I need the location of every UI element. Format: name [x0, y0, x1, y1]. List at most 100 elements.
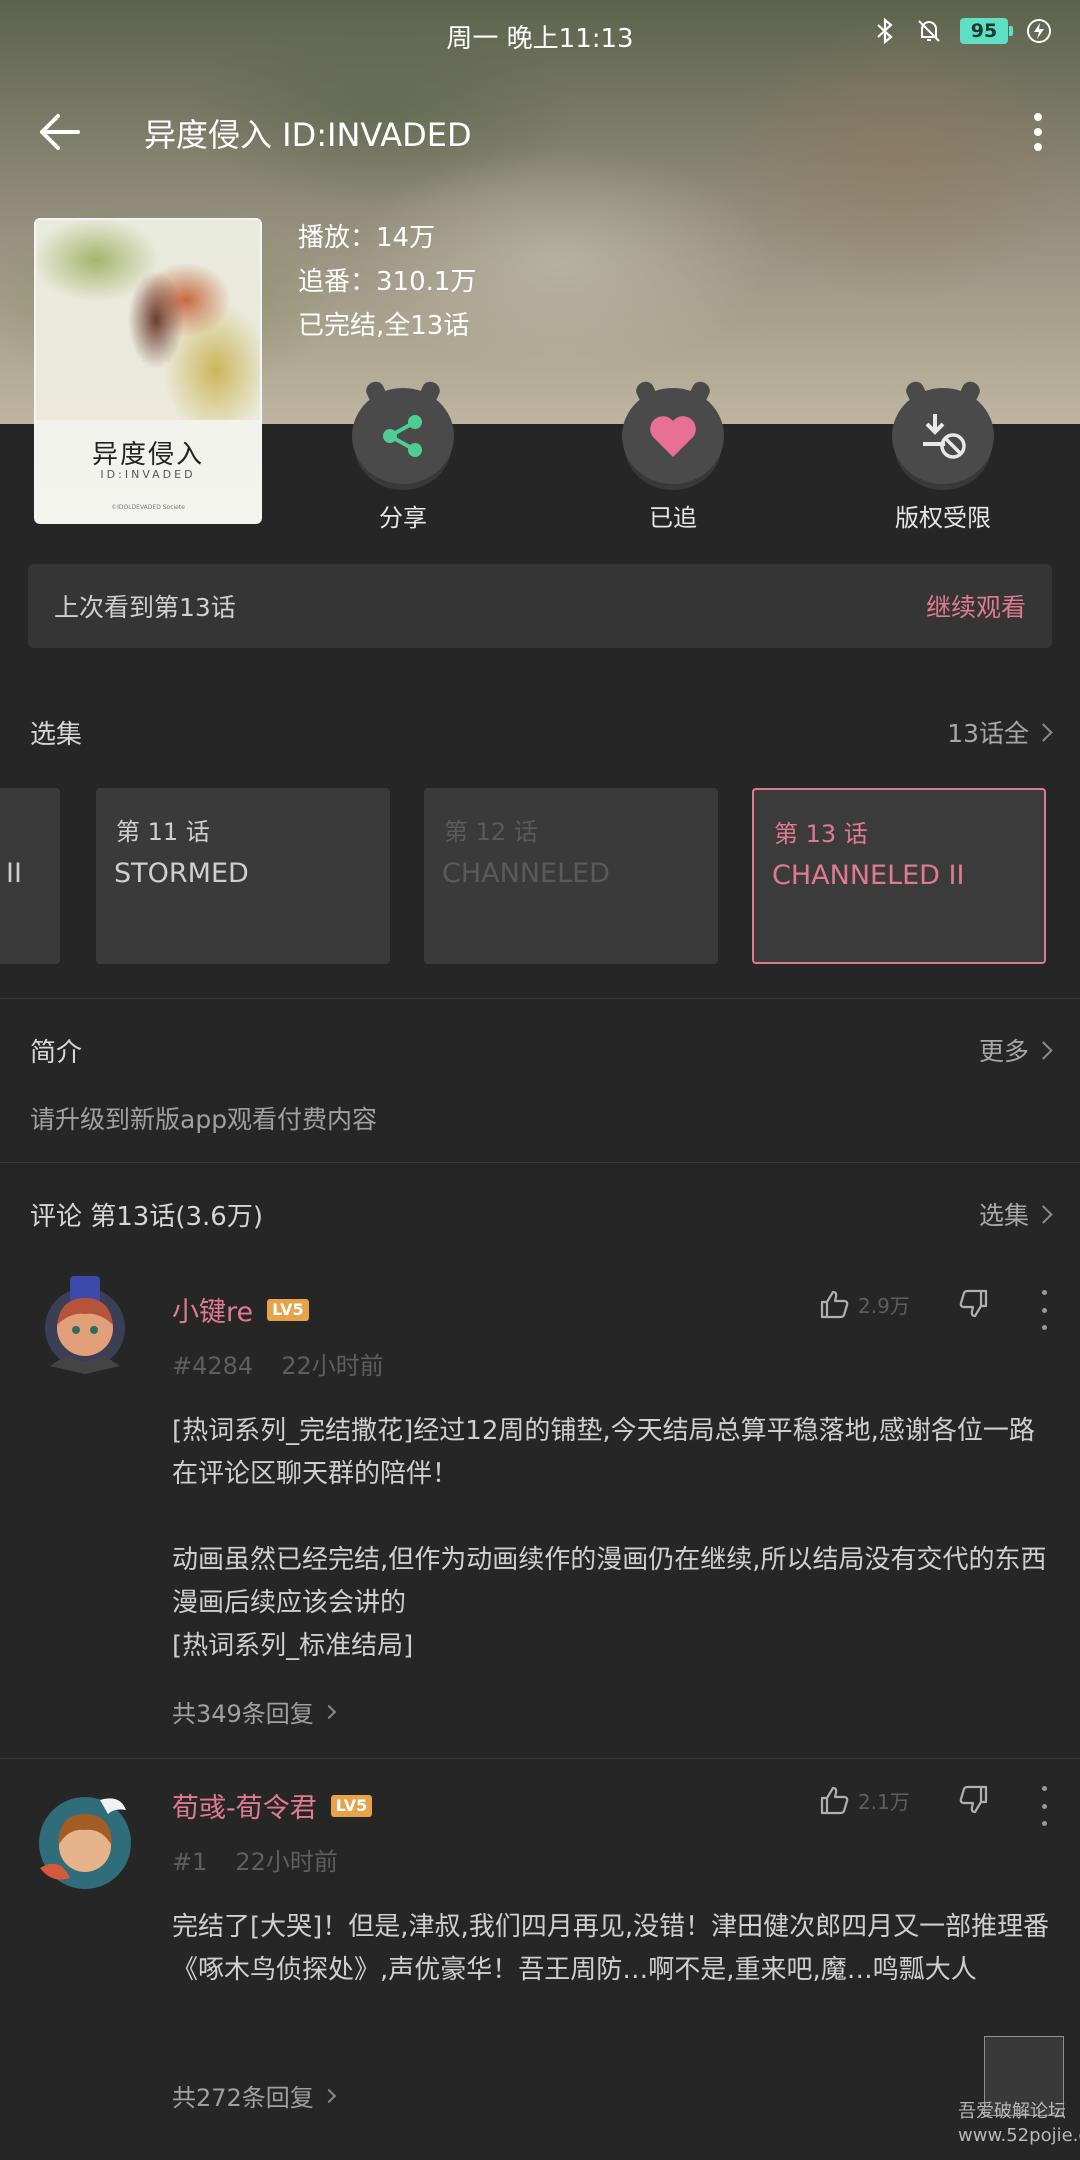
- chevron-right-icon: [321, 2088, 336, 2103]
- continue-watching-button[interactable]: 继续观看: [926, 588, 1026, 624]
- episode-number: 第 12 话: [444, 818, 538, 846]
- episode-number: 第 13 话: [774, 820, 868, 848]
- comment-paragraph: [热词系列_标准结局]: [172, 1631, 414, 1661]
- top-bar: 异度侵入 ID:INVADED: [0, 96, 1080, 168]
- comment-body: [热词系列_完结撒花]经过12周的铺垫,今天结局总算平稳落地,感谢各位一路在评论…: [172, 1410, 1052, 1668]
- watermark: 吾爱破解论坛 www.52pojie.cn: [958, 2100, 1080, 2148]
- comment-more-button[interactable]: [1034, 1290, 1054, 1330]
- back-arrow-icon: [40, 114, 80, 150]
- comment-more-button[interactable]: [1034, 1786, 1054, 1826]
- avatar[interactable]: [30, 1788, 140, 1898]
- back-button[interactable]: [38, 106, 94, 158]
- username: 小键re: [172, 1297, 254, 1328]
- like-count: 2.1万: [858, 1789, 910, 1814]
- episodes-title: 选集: [30, 720, 83, 750]
- replies-count: 共349条回复: [172, 1700, 314, 1728]
- comments-episode-label: 选集: [978, 1201, 1029, 1230]
- chevron-right-icon: [321, 1704, 336, 1719]
- charging-icon: [1026, 18, 1052, 44]
- comment-body: 完结了[大哭]！但是,津叔,我们四月再见,没错！津田健次郎四月又一部推理番《啄木…: [172, 1906, 1052, 1992]
- replies-count: 共272条回复: [172, 2084, 314, 2112]
- episode-status: 已完结,全13话: [298, 311, 470, 341]
- watermark-line1: 吾爱破解论坛: [958, 2101, 1066, 2122]
- chevron-right-icon: [1034, 722, 1053, 742]
- episode-list: II 第 11 话 STORMED 第 12 话 CHANNELED 第 13 …: [0, 788, 1080, 966]
- cover-footnote: ©IDOLDEVADED Societe: [111, 504, 185, 511]
- status-icons: 95: [872, 18, 1052, 44]
- status-bar: 周一 晚上11:13 95: [0, 0, 1080, 66]
- episode-card[interactable]: II: [0, 788, 60, 964]
- follow-count: 追番：310.1万: [298, 267, 477, 297]
- comment-meta: #4284 22小时前: [172, 1346, 384, 1381]
- intro-text: 请升级到新版app观看付费内容: [30, 1105, 378, 1134]
- episode-name: STORMED: [114, 858, 249, 889]
- thumbs-up-icon: [820, 1290, 849, 1319]
- cover-art: [36, 220, 260, 420]
- battery-indicator: 95: [960, 18, 1013, 44]
- cover-title: 异度侵入: [91, 440, 204, 470]
- watermark-line2: www.52pojie.cn: [958, 2125, 1080, 2146]
- resume-bar: 上次看到第13话 继续观看: [28, 564, 1052, 648]
- episodes-all-link[interactable]: 13话全: [947, 714, 1053, 750]
- episode-name: CHANNELED II: [772, 860, 965, 891]
- comment-user[interactable]: 小键re LV5: [172, 1290, 309, 1329]
- share-label: 分享: [379, 504, 427, 532]
- more-vertical-icon: [1034, 113, 1042, 151]
- heart-icon: [650, 416, 696, 457]
- restricted-label: 版权受限: [895, 504, 991, 532]
- divider: [0, 1162, 1080, 1163]
- avatar[interactable]: [30, 1270, 140, 1380]
- download-blocked-icon: [923, 414, 966, 459]
- comments-episode-select[interactable]: 选集: [978, 1196, 1053, 1232]
- comment-paragraph: 动画虽然已经完结,但作为动画续作的漫画仍在继续,所以结局没有交代的东西漫画后续应…: [172, 1545, 1047, 1618]
- like-button[interactable]: 2.9万: [818, 1288, 910, 1320]
- episode-number: 第 11 话: [116, 818, 210, 846]
- comment-meta: #1 22小时前: [172, 1842, 338, 1877]
- episodes-all-label: 13话全: [947, 719, 1029, 748]
- divider: [0, 1758, 1080, 1759]
- cover-image[interactable]: 异度侵入 ID:INVADED ©IDOLDEVADED Societe: [34, 218, 262, 524]
- comment-user[interactable]: 荀彧-荀令君 LV5: [172, 1786, 373, 1825]
- dislike-button[interactable]: [958, 1784, 990, 1820]
- floor-number: #1: [172, 1848, 208, 1876]
- dislike-button[interactable]: [958, 1288, 990, 1324]
- chevron-right-icon: [1034, 1040, 1053, 1060]
- intro-more-link[interactable]: 更多: [978, 1032, 1053, 1068]
- last-watched-text: 上次看到第13话: [54, 593, 236, 622]
- intro-title: 简介: [30, 1038, 83, 1068]
- followed-button[interactable]: 已追: [588, 388, 758, 533]
- thumbs-up-icon: [820, 1786, 849, 1815]
- bluetooth-icon: [872, 18, 898, 44]
- page-title: 异度侵入 ID:INVADED: [144, 116, 472, 154]
- mute-bell-icon: [916, 18, 942, 44]
- episode-card-13-selected[interactable]: 第 13 话 CHANNELED II: [752, 788, 1046, 964]
- thumbs-down-icon: [959, 1785, 988, 1814]
- thumbs-down-icon: [959, 1289, 988, 1318]
- episode-name: II: [6, 858, 22, 889]
- comments-title: 评论 第13话(3.6万): [30, 1202, 263, 1232]
- copyright-restricted-button[interactable]: 版权受限: [858, 388, 1028, 533]
- like-count: 2.9万: [858, 1293, 910, 1318]
- more-menu-button[interactable]: [1018, 106, 1058, 158]
- level-badge: LV5: [330, 1794, 373, 1817]
- cover-subtitle: ID:INVADED: [100, 468, 196, 481]
- floor-number: #4284: [172, 1352, 254, 1380]
- episode-card-12[interactable]: 第 12 话 CHANNELED: [424, 788, 718, 964]
- divider: [0, 998, 1080, 999]
- chevron-right-icon: [1034, 1204, 1053, 1224]
- comment-paragraph: 完结了[大哭]！但是,津叔,我们四月再见,没错！津田健次郎四月又一部推理番《啄木…: [172, 1912, 1050, 1985]
- level-badge: LV5: [267, 1298, 309, 1321]
- episode-card-11[interactable]: 第 11 话 STORMED: [96, 788, 390, 964]
- replies-link[interactable]: 共349条回复: [172, 1694, 336, 1729]
- replies-link[interactable]: 共272条回复: [172, 2078, 336, 2113]
- comment-time: 22小时前: [235, 1848, 338, 1876]
- username: 荀彧-荀令君: [172, 1793, 317, 1824]
- play-count: 播放：14万: [298, 223, 436, 253]
- share-button[interactable]: 分享: [318, 388, 488, 533]
- comment-paragraph: [热词系列_完结撒花]经过12周的铺垫,今天结局总算平稳落地,感谢各位一路在评论…: [172, 1416, 1035, 1489]
- like-button[interactable]: 2.1万: [818, 1784, 910, 1816]
- share-icon: [383, 415, 422, 457]
- comment-time: 22小时前: [281, 1352, 384, 1380]
- episode-name: CHANNELED: [442, 858, 610, 889]
- intro-more-label: 更多: [978, 1037, 1029, 1066]
